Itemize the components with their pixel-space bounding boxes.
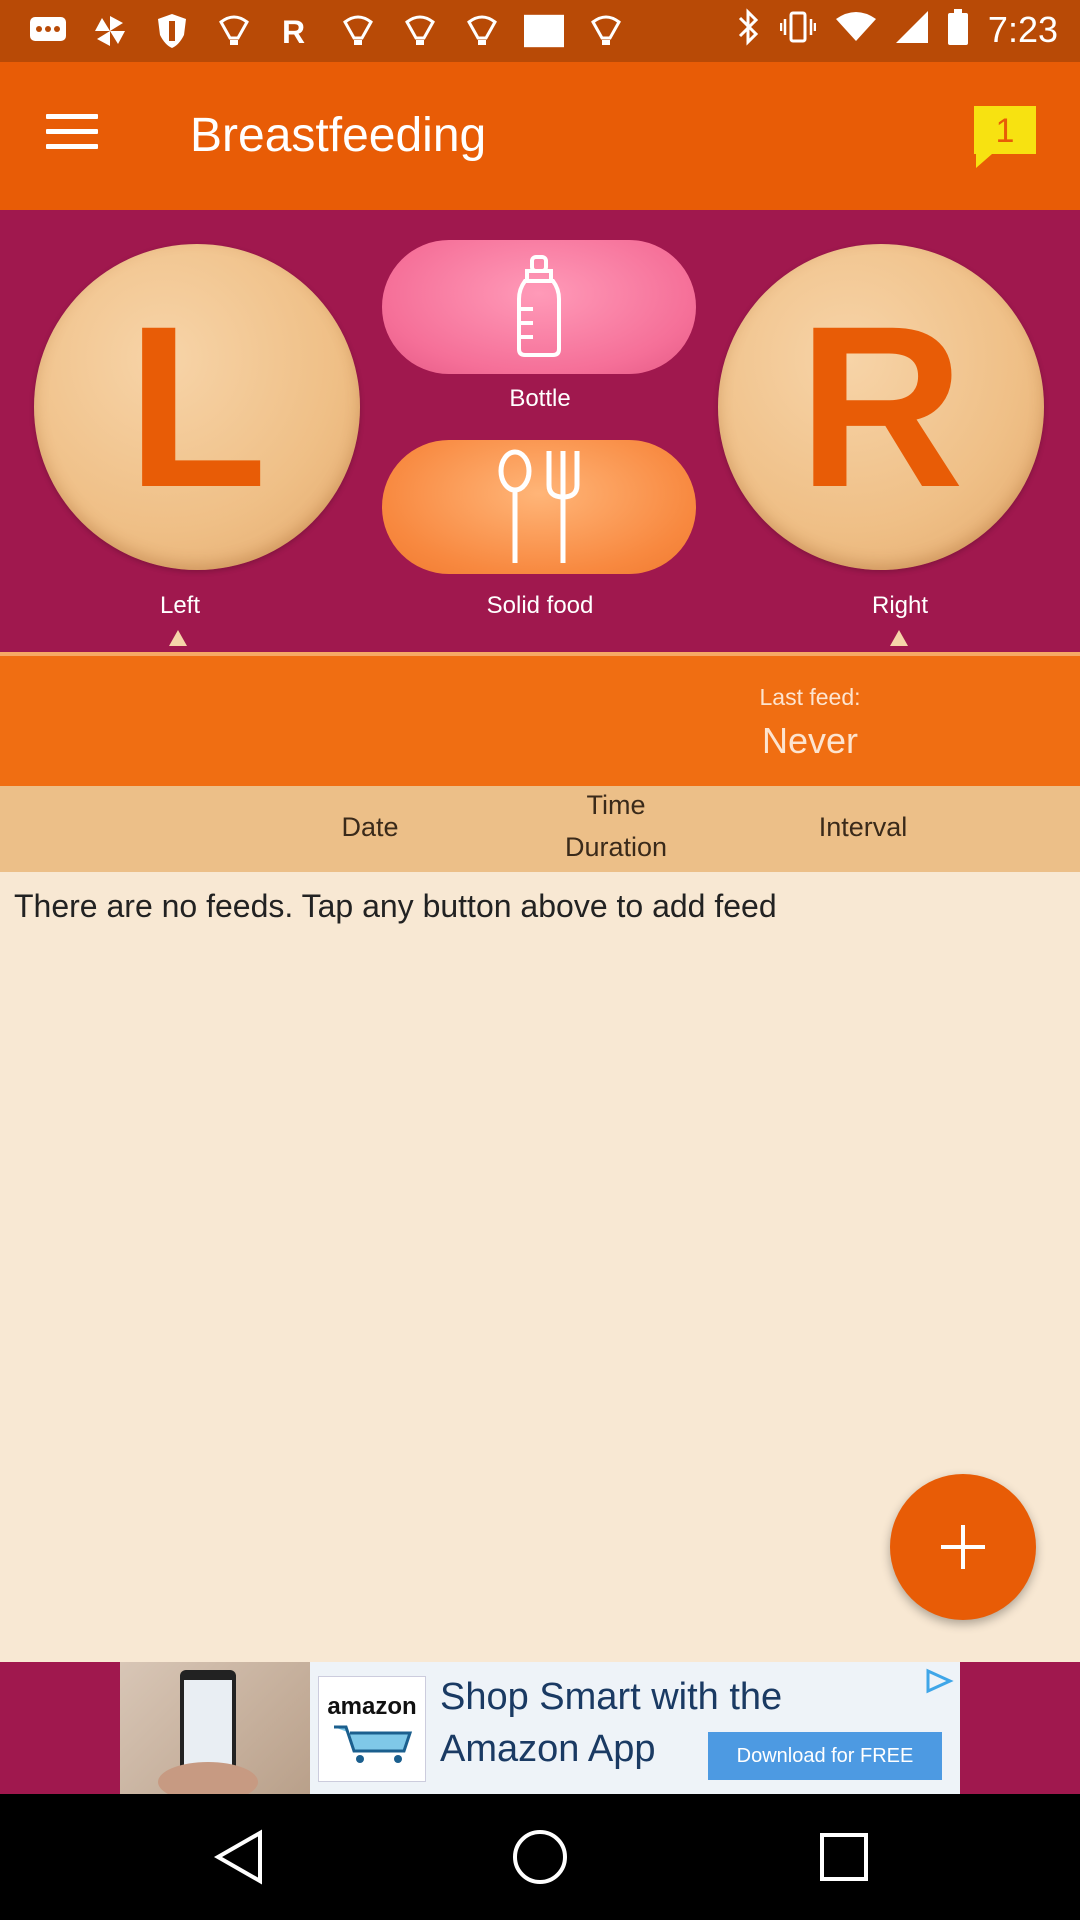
header-interval: Interval (818, 812, 908, 842)
header-date: Date (341, 812, 399, 842)
solid-food-button[interactable] (382, 440, 696, 574)
ad-subheadline: Amazon App (440, 1728, 656, 1770)
right-breast-button[interactable]: R (718, 244, 1044, 570)
home-circle-icon (513, 1830, 567, 1884)
plus-icon (941, 1525, 985, 1569)
shield-icon (152, 12, 192, 50)
vibrate-icon (779, 9, 817, 50)
svg-text:R: R (282, 14, 305, 49)
ad-headline: Shop Smart with the (440, 1676, 783, 1718)
status-bar: R 7:23 (0, 0, 1080, 62)
signal-icon (895, 11, 928, 48)
spoon-fork-icon (498, 449, 580, 563)
notification-button[interactable]: 1 (972, 104, 1038, 170)
table-header: Date Time Duration Interval (0, 786, 1080, 872)
pinwheel-icon (90, 12, 130, 50)
page-title: Breastfeeding (190, 109, 487, 162)
recents-square-icon (820, 1833, 868, 1881)
back-button[interactable] (210, 1827, 270, 1887)
solid-food-label: Solid food (486, 592, 594, 619)
bulb-icon (586, 12, 626, 50)
cart-icon (334, 1725, 413, 1763)
right-letter: R (797, 278, 965, 535)
right-selected-indicator (890, 630, 908, 646)
header-duration: Duration (564, 832, 668, 862)
battery-icon (947, 9, 968, 50)
wifi-icon (835, 11, 876, 48)
last-feed-value: Never (761, 720, 859, 761)
bulb-icon (400, 12, 440, 50)
bulb-icon (338, 12, 378, 50)
add-feed-button[interactable] (890, 1474, 1036, 1620)
app-bar: Breastfeeding 1 (0, 62, 1080, 210)
last-feed-label: Last feed: (759, 684, 861, 710)
blank-icon (524, 12, 564, 50)
amazon-logo: amazon (318, 1676, 426, 1782)
empty-state-message: There are no feeds. Tap any button above… (14, 888, 777, 924)
ad-banner[interactable]: amazon Shop Smart with the Amazon App Do… (120, 1662, 960, 1794)
left-label: Left (159, 592, 201, 619)
status-time: 7:23 (987, 8, 1058, 50)
ad-phone-image (120, 1662, 310, 1794)
ad-download-button[interactable]: Download for FREE (708, 1732, 942, 1780)
bottle-icon (517, 255, 561, 357)
feed-buttons-panel: L Left Bottle Solid food R Right (0, 210, 1080, 652)
header-time: Time (586, 790, 646, 820)
recents-button[interactable] (814, 1827, 874, 1887)
notification-count: 1 (996, 112, 1015, 150)
home-button[interactable] (510, 1827, 570, 1887)
last-feed-bar: Last feed: Never (0, 652, 1080, 790)
left-letter: L (126, 278, 268, 535)
ad-banner-area: amazon Shop Smart with the Amazon App Do… (0, 1662, 1080, 1794)
bulb-icon (214, 12, 254, 50)
left-selected-indicator (169, 630, 187, 646)
back-triangle-icon (213, 1829, 262, 1885)
r-app-icon: R (276, 12, 316, 50)
menu-icon[interactable] (46, 114, 98, 154)
notification-bubble-icon: 1 (974, 106, 1036, 168)
system-nav-bar (0, 1794, 1080, 1920)
ad-brand: amazon (327, 1693, 417, 1720)
bottle-button[interactable] (382, 240, 696, 374)
bluetooth-icon (736, 8, 760, 51)
adchoices-icon[interactable] (924, 1668, 954, 1699)
bottle-label: Bottle (509, 385, 571, 412)
message-icon (28, 12, 68, 50)
left-breast-button[interactable]: L (34, 244, 360, 570)
bulb-icon (462, 12, 502, 50)
right-label: Right (871, 592, 929, 619)
feeds-list: There are no feeds. Tap any button above… (0, 872, 1080, 1662)
